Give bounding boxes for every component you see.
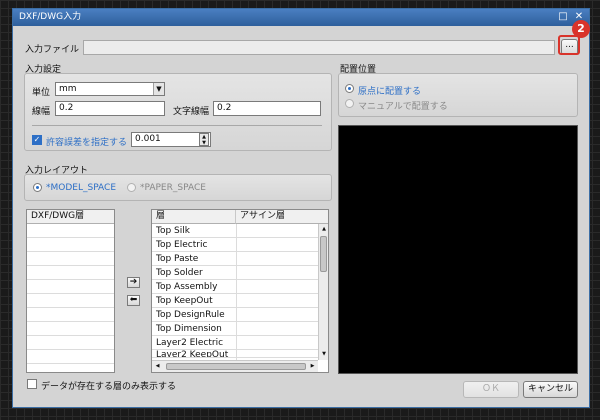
table-row[interactable]: Top Electric (152, 238, 318, 252)
stepper-down-icon[interactable]: ▼ (200, 140, 208, 146)
layer-name-cell: Top Dimension (156, 324, 222, 334)
table-row[interactable]: Top Solder (152, 266, 318, 280)
assigned-layer-cell[interactable] (236, 322, 318, 336)
line-width-label: 線幅 (32, 107, 51, 117)
scroll-left-icon[interactable]: ◀ (153, 362, 162, 371)
dialog-title: DXF/DWG入力 (19, 12, 82, 22)
ok-button[interactable]: ＯＫ (463, 381, 519, 398)
tolerance-checkbox-label[interactable]: 許容誤差を指定する (46, 135, 127, 148)
assigned-layer-cell[interactable] (236, 336, 318, 350)
unit-select[interactable]: mm (55, 82, 165, 96)
assigned-layer-cell[interactable] (236, 224, 318, 238)
input-file-path-field[interactable] (83, 40, 555, 55)
assigned-layer-cell[interactable] (236, 266, 318, 280)
unassign-layer-button[interactable]: ⬅ (127, 295, 140, 306)
table-row[interactable] (27, 224, 114, 238)
cancel-button[interactable]: キャンセル (523, 381, 578, 398)
step-number-badge: 2 (572, 20, 590, 38)
place-at-origin-radio[interactable] (345, 84, 354, 93)
browse-button-highlight (558, 35, 580, 55)
table-row[interactable]: Top Assembly (152, 280, 318, 294)
vertical-scrollbar[interactable]: ▲ ▼ (318, 224, 328, 360)
table-row[interactable]: Top KeepOut (152, 294, 318, 308)
show-only-existing-label[interactable]: データが存在する層のみ表示する (41, 379, 176, 392)
input-file-label: 入力ファイル (25, 45, 80, 55)
table-row[interactable]: Layer2 Electric (152, 336, 318, 350)
assigned-layer-cell[interactable] (236, 252, 318, 266)
assigned-layer-column-header: アサイン層 (236, 210, 328, 224)
table-row[interactable] (27, 252, 114, 266)
table-row[interactable] (27, 280, 114, 294)
place-manually-radio[interactable] (345, 99, 354, 108)
assign-layer-button[interactable]: ➔ (127, 277, 140, 288)
table-row[interactable] (27, 336, 114, 350)
layer-name-cell: Top Paste (156, 254, 199, 264)
arrow-left-icon: ⬅ (129, 295, 138, 305)
table-row[interactable] (27, 294, 114, 308)
place-at-origin-label[interactable]: 原点に配置する (358, 84, 421, 97)
tolerance-checkbox[interactable]: ✓ (32, 135, 42, 145)
assigned-layer-cell[interactable] (236, 350, 318, 357)
paper-space-radio[interactable] (127, 183, 136, 192)
text-line-width-input[interactable]: 0.2 (213, 101, 321, 116)
assigned-layer-cell[interactable] (236, 280, 318, 294)
table-row[interactable] (27, 308, 114, 322)
layer-name-cell: Top Solder (156, 268, 203, 278)
dxf-layers-header: DXF/DWG層 (27, 210, 114, 224)
table-row[interactable]: Top Silk (152, 224, 318, 238)
table-row[interactable] (27, 350, 114, 364)
horizontal-scrollbar[interactable]: ◀ ▶ (152, 360, 318, 372)
layer-name-cell: Top Assembly (156, 282, 218, 292)
arrow-right-icon: ➔ (129, 277, 138, 287)
title-bar: DXF/DWG入力 □ ✕ (13, 9, 589, 26)
assigned-layer-cell[interactable] (236, 308, 318, 322)
layers-table: 層 アサイン層 Top Silk Top Electric Top Paste … (151, 209, 329, 373)
dxf-dwg-import-dialog: DXF/DWG入力 □ ✕ 入力ファイル ... 入力設定 単位 mm ▼ 線幅… (12, 8, 590, 408)
chevron-down-icon[interactable]: ▼ (153, 83, 164, 95)
tolerance-stepper[interactable]: ▲ ▼ (199, 133, 209, 146)
assigned-layer-cell[interactable] (236, 294, 318, 308)
layer-name-cell: Layer2 Electric (156, 338, 224, 348)
table-row[interactable] (27, 322, 114, 336)
unit-label: 単位 (32, 88, 51, 98)
layer-name-cell: Top Silk (156, 226, 190, 236)
text-line-width-label: 文字線幅 (173, 107, 210, 117)
table-row[interactable]: Top DesignRule (152, 308, 318, 322)
paper-space-label[interactable]: *PAPER_SPACE (140, 183, 206, 193)
scroll-down-icon[interactable]: ▼ (320, 350, 328, 358)
show-only-existing-checkbox[interactable] (27, 379, 37, 389)
layer-name-cell: Top DesignRule (156, 310, 225, 320)
table-row[interactable]: Layer2 KeepOut (152, 350, 318, 358)
model-space-radio[interactable] (33, 183, 42, 192)
table-row[interactable]: Top Dimension (152, 322, 318, 336)
table-row[interactable] (27, 266, 114, 280)
settings-divider (32, 125, 322, 126)
place-manually-label[interactable]: マニュアルで配置する (358, 99, 448, 112)
layer-name-cell: Top Electric (156, 240, 208, 250)
model-space-label[interactable]: *MODEL_SPACE (46, 183, 116, 193)
line-width-input[interactable]: 0.2 (55, 101, 165, 116)
scroll-right-icon[interactable]: ▶ (308, 362, 317, 371)
layer-name-cell: Layer2 KeepOut (156, 350, 229, 358)
preview-canvas[interactable] (338, 125, 578, 374)
layer-column-header: 層 (152, 210, 236, 224)
table-row[interactable] (27, 238, 114, 252)
vertical-scroll-thumb[interactable] (320, 236, 327, 272)
restore-window-icon[interactable]: □ (557, 11, 569, 23)
unit-select-value: mm (59, 84, 77, 94)
table-row[interactable]: Top Paste (152, 252, 318, 266)
scroll-up-icon[interactable]: ▲ (320, 225, 328, 233)
layer-name-cell: Top KeepOut (156, 296, 213, 306)
assigned-layer-cell[interactable] (236, 238, 318, 252)
horizontal-scroll-thumb[interactable] (166, 363, 306, 370)
dxf-layers-table: DXF/DWG層 (26, 209, 115, 373)
